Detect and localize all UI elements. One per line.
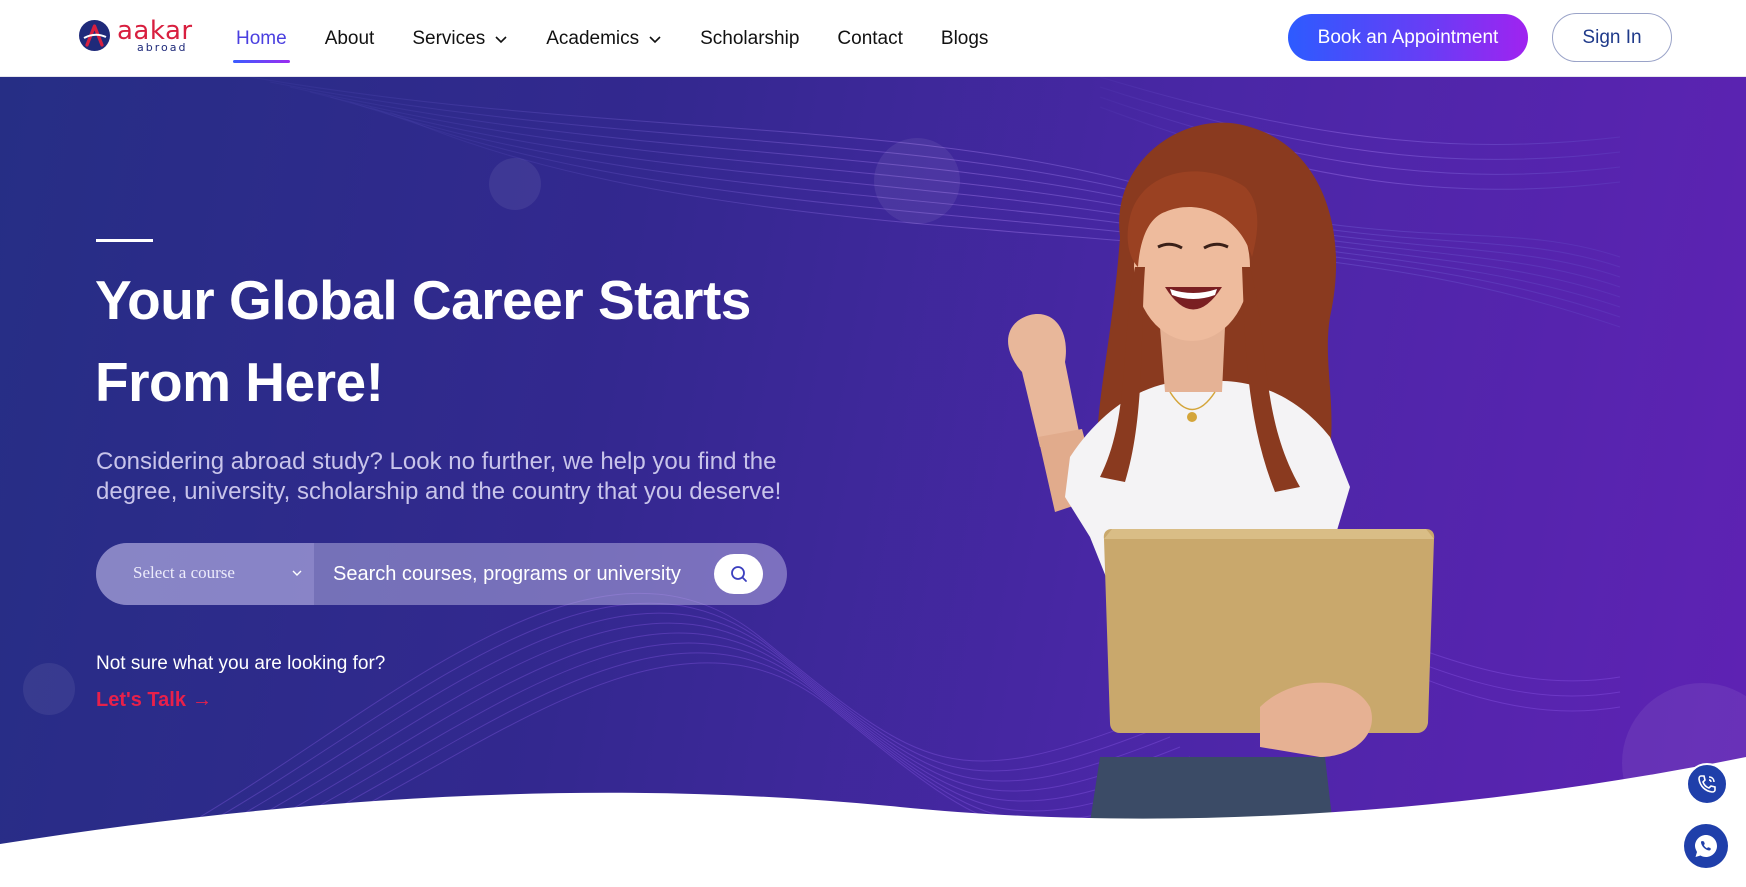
brand-logo[interactable]: aakar abroad xyxy=(79,16,192,58)
main-menu: Home About Services Academics Scholarshi… xyxy=(233,0,1026,77)
nav-item-label: Scholarship xyxy=(700,27,800,49)
chevron-down-icon xyxy=(495,35,507,43)
chevron-down-icon xyxy=(649,35,661,43)
nav-item-services[interactable]: Services xyxy=(412,0,508,77)
nav-item-home[interactable]: Home xyxy=(233,0,290,77)
whatsapp-icon xyxy=(1695,835,1717,857)
nav-item-label: Blogs xyxy=(940,27,989,49)
nav-item-about[interactable]: About xyxy=(325,0,375,77)
nav-item-label: Home xyxy=(236,27,287,49)
hero-section: Your Global Career Starts From Here! Con… xyxy=(0,77,1746,887)
nav-item-label: About xyxy=(324,27,375,49)
call-button[interactable] xyxy=(1686,763,1728,805)
book-appointment-button[interactable]: Book an Appointment xyxy=(1288,14,1528,61)
brand-tagline: abroad xyxy=(137,41,188,54)
whatsapp-button[interactable] xyxy=(1684,824,1728,868)
sign-in-button[interactable]: Sign In xyxy=(1552,13,1672,62)
bottom-wave-divider xyxy=(0,757,1746,887)
phone-call-icon xyxy=(1698,775,1716,793)
logo-mark-icon xyxy=(79,20,110,51)
nav-item-blogs[interactable]: Blogs xyxy=(941,0,989,77)
top-navbar: aakar abroad Home About Services Academi… xyxy=(0,0,1746,77)
nav-item-academics[interactable]: Academics xyxy=(546,0,662,77)
nav-item-label: Services xyxy=(412,27,486,49)
nav-item-scholarship[interactable]: Scholarship xyxy=(700,0,799,77)
nav-item-label: Contact xyxy=(837,27,903,49)
nav-item-contact[interactable]: Contact xyxy=(837,0,902,77)
nav-item-label: Academics xyxy=(546,27,640,49)
